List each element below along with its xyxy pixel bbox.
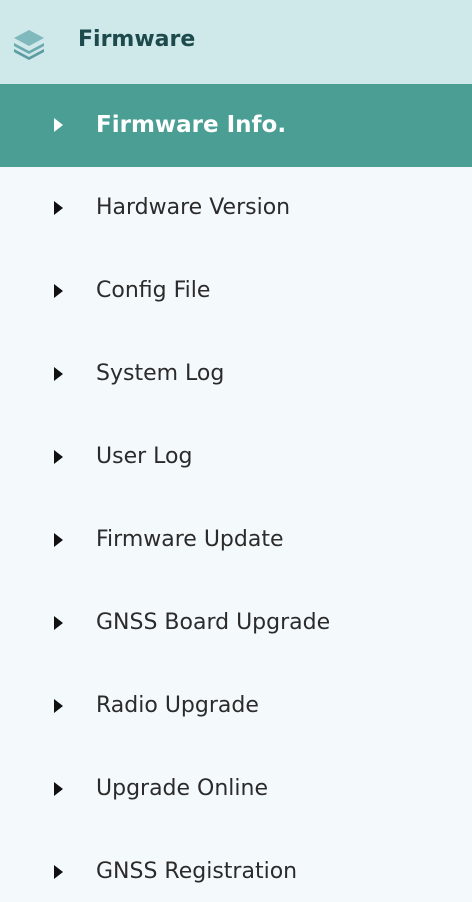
menu-item-config-file[interactable]: Config File xyxy=(0,250,472,333)
section-title: Firmware xyxy=(78,27,196,52)
menu-item-hardware-version[interactable]: Hardware Version xyxy=(0,167,472,250)
menu-item-label: Radio Upgrade xyxy=(96,693,259,718)
menu-item-label: GNSS Registration xyxy=(96,859,298,884)
menu-item-radio-upgrade[interactable]: Radio Upgrade xyxy=(0,665,472,748)
menu-item-system-log[interactable]: System Log xyxy=(0,333,472,416)
caret-right-icon xyxy=(54,782,63,796)
menu-item-firmware-update[interactable]: Firmware Update xyxy=(0,499,472,582)
caret-right-icon xyxy=(54,699,63,713)
menu-item-upgrade-online[interactable]: Upgrade Online xyxy=(0,748,472,831)
caret-right-icon xyxy=(54,865,63,879)
firmware-menu: Firmware Info. Hardware Version Config F… xyxy=(0,84,472,902)
menu-item-gnss-registration[interactable]: GNSS Registration xyxy=(0,831,472,902)
menu-item-label: Firmware Update xyxy=(96,527,284,552)
menu-item-gnss-board-upgrade[interactable]: GNSS Board Upgrade xyxy=(0,582,472,665)
firmware-sidebar: Firmware Firmware Info. Hardware Version… xyxy=(0,0,472,902)
caret-right-icon xyxy=(54,533,63,547)
layers-icon xyxy=(14,30,44,60)
caret-right-icon xyxy=(54,367,63,381)
menu-item-firmware-info[interactable]: Firmware Info. xyxy=(0,84,472,167)
menu-item-label: GNSS Board Upgrade xyxy=(96,610,331,635)
menu-item-label: User Log xyxy=(96,444,193,469)
menu-item-label: Hardware Version xyxy=(96,195,291,220)
menu-item-label: Upgrade Online xyxy=(96,776,269,801)
firmware-section-header[interactable]: Firmware xyxy=(0,0,472,84)
caret-right-icon xyxy=(54,118,63,132)
menu-item-label: Config File xyxy=(96,278,211,303)
menu-item-label: System Log xyxy=(96,361,225,386)
menu-item-user-log[interactable]: User Log xyxy=(0,416,472,499)
caret-right-icon xyxy=(54,284,63,298)
caret-right-icon xyxy=(54,450,63,464)
caret-right-icon xyxy=(54,201,63,215)
caret-right-icon xyxy=(54,616,63,630)
menu-item-label: Firmware Info. xyxy=(96,112,287,138)
